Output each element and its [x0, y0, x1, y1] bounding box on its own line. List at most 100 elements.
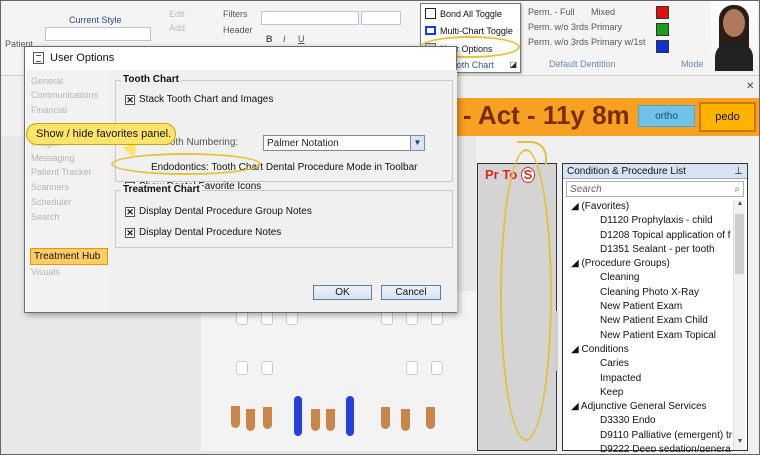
scrollbar[interactable]: ▲ ▼ [733, 200, 745, 450]
current-style-button[interactable]: Current Style [69, 15, 122, 25]
italic-button[interactable]: I [283, 34, 286, 44]
style-selector[interactable] [45, 27, 151, 41]
nav-item-financial[interactable]: Financial [31, 105, 67, 115]
nav-item-general[interactable]: General [31, 76, 63, 86]
def-2-name: Perm. w/o 3rds [528, 22, 589, 32]
red-swatch[interactable] [656, 6, 669, 19]
def-1-value: Mixed [591, 7, 616, 17]
font-size-selector[interactable] [361, 11, 401, 25]
chevron-down-icon[interactable]: ▼ [410, 136, 424, 150]
tooth-root [263, 407, 272, 429]
nav-item-communications[interactable]: Communications [31, 90, 98, 100]
nav-item-scheduler[interactable]: Scheduler [31, 197, 72, 207]
def-2-value: Primary [591, 22, 622, 32]
tooth-root [326, 409, 335, 431]
options-nav: General Communications Financial Images … [26, 70, 111, 312]
tooth[interactable] [286, 311, 298, 325]
tooth[interactable] [406, 311, 418, 325]
tooth[interactable] [431, 311, 443, 325]
tooth[interactable] [431, 361, 443, 375]
tooth[interactable] [261, 361, 273, 375]
tree-group-node[interactable]: ◢ (Favorites) [563, 200, 735, 214]
font-selector[interactable] [261, 11, 359, 25]
scroll-down-icon[interactable]: ▼ [734, 438, 746, 450]
tree-item[interactable]: D1208 Topical application of f [563, 229, 735, 243]
checkbox-checked-icon: ✕ [125, 227, 135, 238]
tree-group-node[interactable]: ◢ Adjunctive General Services [563, 400, 735, 414]
ortho-button[interactable]: ortho [638, 105, 695, 127]
def-3-value: Primary w/1st [591, 37, 646, 47]
procedure-notes-checkbox[interactable]: ✕ Display Dental Procedure Notes [125, 227, 281, 238]
tree-item[interactable]: Cleaning Photo X-Ray [563, 286, 735, 300]
bond-all-toggle[interactable]: Bond All Toggle [425, 6, 517, 21]
panel-splitter[interactable] [554, 311, 558, 371]
green-swatch[interactable] [656, 23, 669, 36]
tree-item[interactable]: Caries [563, 357, 735, 371]
search-icon[interactable]: ⌕ [734, 184, 740, 195]
favorite-pr-icon[interactable]: Pr [485, 167, 499, 182]
tooth[interactable] [236, 311, 248, 325]
tooth-root [311, 409, 320, 431]
add-button[interactable]: Add [169, 23, 185, 33]
edit-button[interactable]: Edit [169, 9, 185, 19]
stack-tooth-chart-checkbox[interactable]: ✕ Stack Tooth Chart and Images [125, 94, 273, 105]
nav-item-messaging[interactable]: Messaging [31, 153, 75, 163]
tree-group-node[interactable]: ◢ Conditions [563, 343, 735, 357]
patient-age-text: - Act - 11y 8m [463, 100, 630, 130]
tooth-chart[interactable] [201, 291, 476, 451]
bold-button[interactable]: B [266, 34, 273, 44]
dialog-titlebar: User Options [25, 47, 456, 69]
ok-button[interactable]: OK [313, 285, 372, 300]
panel-header: Condition & Procedure List ⊥ [563, 164, 747, 179]
tooltip-callout: Show / hide favorites panel. [26, 123, 176, 145]
dialog-launcher-icon[interactable]: ◪ [509, 60, 517, 69]
tooth-chart-group-title: Tooth Chart [121, 74, 181, 85]
nav-item-patient-tracker[interactable]: Patient Tracker [31, 167, 92, 177]
tree-item[interactable]: D1120 Prophylaxis - child [563, 214, 735, 228]
tree-item[interactable]: Keep [563, 386, 735, 400]
header-button[interactable]: Header [223, 25, 253, 35]
tree-item[interactable]: D3330 Endo [563, 414, 735, 428]
tooth-root [246, 409, 255, 431]
tree-item[interactable]: D9222 Deep sedation/genera [563, 443, 735, 452]
scroll-up-icon[interactable]: ▲ [734, 200, 746, 212]
nav-item-search[interactable]: Search [31, 212, 60, 222]
tooth-root [381, 407, 390, 429]
extraction-mark [346, 396, 354, 436]
options-content: Tooth Chart ✕ Stack Tooth Chart and Imag… [111, 70, 457, 312]
search-input[interactable]: Search ⌕ [566, 181, 744, 197]
user-options-dialog: User Options General Communications Fina… [24, 46, 457, 313]
tree-item[interactable]: New Patient Exam Child [563, 314, 735, 328]
pedo-button[interactable]: pedo [699, 102, 756, 132]
favorites-highlight [500, 149, 552, 441]
cancel-button[interactable]: Cancel [381, 285, 441, 300]
tree-item[interactable]: Cleaning [563, 271, 735, 285]
nav-item-scanners[interactable]: Scanners [31, 182, 69, 192]
treatment-chart-group: Treatment Chart [115, 184, 453, 248]
tooth-root [401, 409, 410, 431]
blue-swatch[interactable] [656, 40, 669, 53]
tooth[interactable] [236, 361, 248, 375]
tree-item[interactable]: New Patient Exam [563, 300, 735, 314]
tooth[interactable] [261, 311, 273, 325]
tooth-numbering-select[interactable]: Palmer Notation ▼ [263, 135, 425, 151]
tree-group-node[interactable]: ◢ (Procedure Groups) [563, 257, 735, 271]
tree-item[interactable]: D1351 Sealant - per tooth [563, 243, 735, 257]
checkbox-icon [425, 8, 436, 19]
tooth[interactable] [406, 361, 418, 375]
dialog-title: User Options [50, 52, 115, 64]
pin-icon[interactable]: ⊥ [734, 166, 743, 177]
underline-button[interactable]: U [298, 34, 305, 44]
treatment-chart-group-title: Treatment Chart [121, 184, 202, 195]
scrollbar-thumb[interactable] [735, 214, 744, 274]
def-1-name: Perm. - Full [528, 7, 575, 17]
close-icon[interactable]: ✕ [746, 81, 754, 92]
tree-item[interactable]: D9110 Palliative (emergent) tr [563, 429, 735, 443]
tree-item[interactable]: Impacted [563, 372, 735, 386]
nav-item-visuals[interactable]: Visuals [31, 267, 60, 277]
filters-button[interactable]: Filters [223, 9, 248, 19]
nav-item-treatment-hub[interactable]: Treatment Hub [30, 248, 108, 265]
tooth[interactable] [381, 311, 393, 325]
tree-item[interactable]: New Patient Exam Topical [563, 329, 735, 343]
group-notes-checkbox[interactable]: ✕ Display Dental Procedure Group Notes [125, 206, 312, 217]
